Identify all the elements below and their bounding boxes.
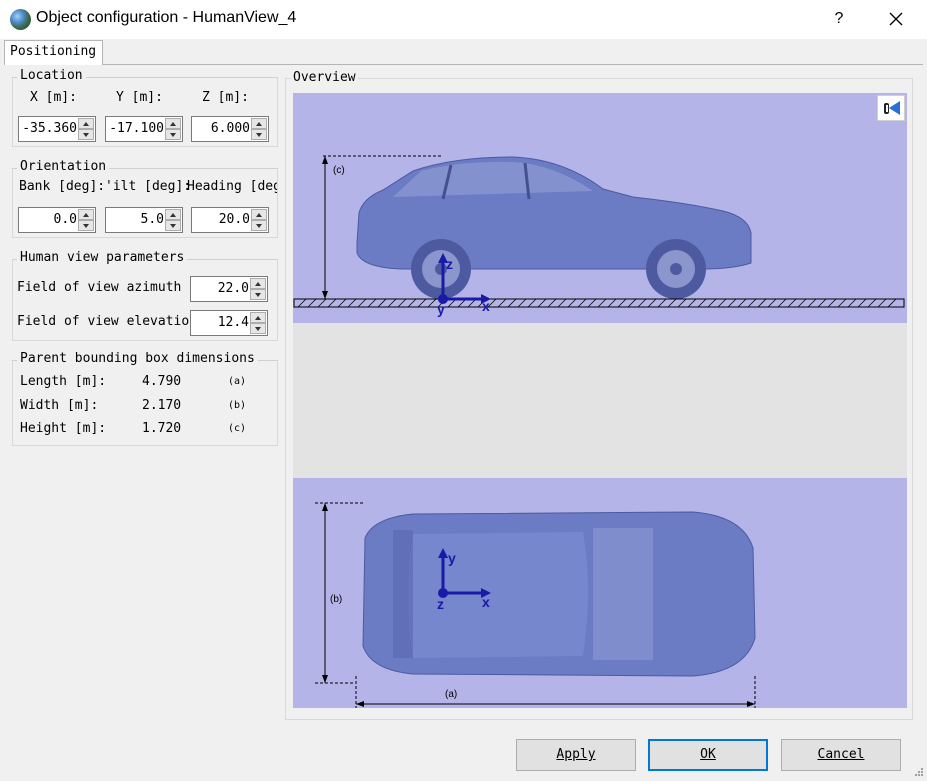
orientation-title: Orientation [17, 159, 110, 174]
tab-positioning[interactable]: Positioning [4, 40, 103, 65]
y-value: -17.100 [109, 121, 164, 136]
side-axis-z-label: z [446, 256, 453, 272]
height-tag: (c) [228, 423, 247, 434]
x-increment-button[interactable] [78, 118, 94, 129]
y-increment-button[interactable] [165, 118, 181, 129]
cancel-button[interactable]: Cancel [781, 739, 901, 771]
x-spinbox[interactable]: -35.360 [18, 116, 96, 142]
azimuth-decrement-button[interactable] [250, 289, 266, 300]
resize-grip-icon[interactable] [914, 766, 924, 776]
apply-button[interactable]: Apply [516, 739, 636, 771]
height-label: Height [m]: [20, 421, 107, 436]
y-label: Y [m]: [116, 90, 163, 105]
x-label: X [m]: [30, 90, 77, 105]
location-title: Location [17, 68, 86, 83]
z-value: 6.000 [210, 121, 250, 136]
side-axis-x-label: x [482, 298, 490, 314]
height-dimension-label: (c) [333, 165, 345, 176]
heading-value: 20.0 [218, 212, 250, 227]
heading-decrement-button[interactable] [251, 220, 267, 231]
bbox-title: Parent bounding box dimensions [17, 351, 258, 366]
length-tag: (a) [228, 376, 247, 387]
top-view-panel[interactable]: (b) (a) y x z [293, 478, 907, 708]
height-value: 1.720 [142, 421, 182, 436]
bank-value: 0.0 [53, 212, 77, 227]
y-spinbox[interactable]: -17.100 [105, 116, 183, 142]
side-axis-y-label: y [437, 301, 445, 317]
elevation-label: Field of view elevation [17, 314, 189, 329]
width-label: Width [m]: [20, 398, 99, 413]
close-button[interactable] [876, 6, 916, 32]
top-axis-x-label: x [482, 594, 490, 610]
tilt-label: 'ilt [deg]: [105, 179, 189, 194]
human-view-title: Human view parameters [17, 250, 188, 265]
z-spinbox[interactable]: 6.000 [191, 116, 269, 142]
top-axis-y-label: y [448, 550, 456, 566]
bank-decrement-button[interactable] [78, 220, 94, 231]
close-icon [889, 12, 903, 26]
heading-spinbox[interactable]: 20.0 [191, 207, 269, 233]
window-title: Object configuration - HumanView_4 [36, 9, 297, 26]
width-value: 2.170 [142, 398, 182, 413]
tilt-decrement-button[interactable] [165, 220, 181, 231]
length-dimension-label: (a) [445, 689, 458, 700]
help-button[interactable]: ? [826, 6, 852, 32]
width-tag: (b) [228, 400, 247, 411]
elevation-value: 12.4 [217, 315, 249, 330]
side-view-canvas [293, 93, 907, 323]
side-view-panel[interactable]: (c) z x y [293, 93, 907, 323]
globe-icon [10, 9, 31, 30]
z-decrement-button[interactable] [251, 129, 267, 140]
bank-spinbox[interactable]: 0.0 [18, 207, 96, 233]
x-value: -35.360 [22, 121, 77, 136]
length-value: 4.790 [142, 374, 182, 389]
z-increment-button[interactable] [251, 118, 267, 129]
z-label: Z [m]: [202, 90, 249, 105]
ok-button[interactable]: OK [648, 739, 768, 771]
azimuth-label: Field of view azimuth [ [17, 280, 189, 295]
overview-gap [293, 323, 907, 478]
overview-title: Overview [291, 70, 358, 85]
top-view-canvas [293, 478, 907, 708]
bank-increment-button[interactable] [78, 209, 94, 220]
azimuth-spinbox[interactable]: 22.0 [190, 276, 268, 302]
y-decrement-button[interactable] [165, 129, 181, 140]
tilt-value: 5.0 [140, 212, 164, 227]
bank-label: Bank [deg]: [19, 179, 103, 194]
heading-increment-button[interactable] [251, 209, 267, 220]
azimuth-increment-button[interactable] [250, 278, 266, 289]
azimuth-value: 22.0 [217, 281, 249, 296]
length-label: Length [m]: [20, 374, 107, 389]
width-dimension-label: (b) [330, 594, 343, 605]
heading-label: Heading [deg [187, 179, 277, 194]
top-axis-z-label: z [437, 596, 444, 612]
elevation-increment-button[interactable] [250, 312, 266, 323]
car-top-image [362, 511, 756, 677]
tilt-spinbox[interactable]: 5.0 [105, 207, 183, 233]
camera-icon [884, 101, 900, 115]
tilt-increment-button[interactable] [165, 209, 181, 220]
elevation-spinbox[interactable]: 12.4 [190, 310, 268, 336]
elevation-decrement-button[interactable] [250, 323, 266, 334]
x-decrement-button[interactable] [78, 129, 94, 140]
camera-button[interactable] [877, 95, 905, 121]
